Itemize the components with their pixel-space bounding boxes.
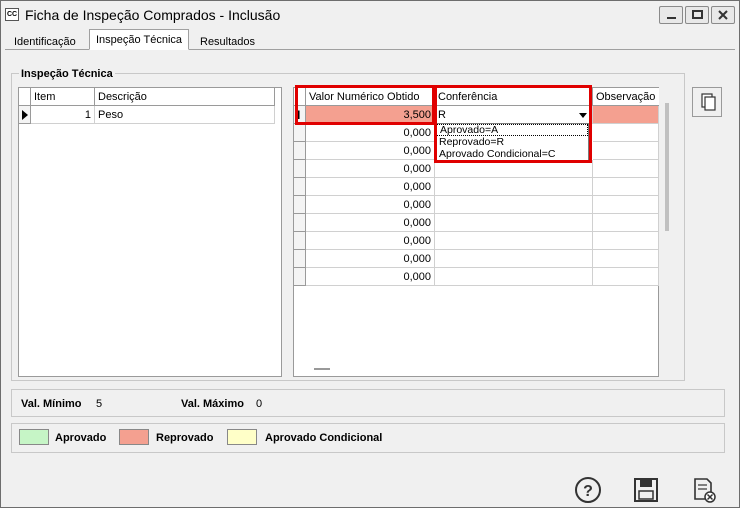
observacao-cell[interactable] xyxy=(593,196,659,214)
limits-panel xyxy=(11,389,725,417)
tab-identificacao[interactable]: Identificação xyxy=(7,31,83,52)
help-icon: ? xyxy=(575,477,601,503)
legend-swatch-aprovado-condicional xyxy=(227,429,257,445)
save-icon xyxy=(634,478,658,502)
items-grid[interactable]: Item Descrição 1 Peso xyxy=(18,87,282,377)
cancel-button[interactable] xyxy=(689,475,719,505)
horizontal-scroll-thumb[interactable] xyxy=(314,368,330,370)
title-bar: CC Ficha de Inspeção Comprados - Inclusã… xyxy=(1,1,739,29)
highlight-valor-box xyxy=(295,85,435,125)
valor-cell[interactable]: 0,000 xyxy=(306,124,435,142)
valor-cell[interactable]: 0,000 xyxy=(306,232,435,250)
observacao-cell[interactable] xyxy=(593,160,659,178)
highlight-conferencia-box xyxy=(434,85,592,163)
app-icon: CC xyxy=(5,8,19,21)
vertical-scrollbar[interactable] xyxy=(665,103,669,231)
conferencia-cell[interactable] xyxy=(435,268,593,286)
help-button[interactable]: ? xyxy=(573,475,603,505)
legend-label-aprovado-condicional: Aprovado Condicional xyxy=(265,432,383,444)
row-indicator[interactable] xyxy=(294,196,306,214)
row-indicator[interactable] xyxy=(294,142,306,160)
conferencia-cell[interactable] xyxy=(435,178,593,196)
valor-cell[interactable]: 0,000 xyxy=(306,142,435,160)
min-value: 5 xyxy=(96,398,103,410)
conferencia-cell[interactable] xyxy=(435,214,593,232)
max-value: 0 xyxy=(256,398,263,410)
conferencia-cell[interactable] xyxy=(435,250,593,268)
observacao-cell[interactable] xyxy=(593,250,659,268)
header-indicator xyxy=(19,88,31,106)
row-pointer-icon xyxy=(22,110,28,120)
minimize-icon xyxy=(667,17,676,19)
row-indicator[interactable] xyxy=(294,214,306,232)
close-icon xyxy=(718,10,728,20)
observacao-cell[interactable] xyxy=(593,178,659,196)
row-indicator[interactable] xyxy=(294,268,306,286)
observacao-cell[interactable] xyxy=(593,124,659,142)
row-indicator[interactable] xyxy=(294,232,306,250)
group-title: Inspeção Técnica xyxy=(19,68,115,80)
column-header-descricao[interactable]: Descrição xyxy=(95,88,275,106)
column-header-observacao[interactable]: Observação xyxy=(593,88,659,106)
row-indicator[interactable] xyxy=(19,106,31,124)
tab-resultados[interactable]: Resultados xyxy=(193,31,262,52)
minimize-button[interactable] xyxy=(659,6,683,24)
window: CC Ficha de Inspeção Comprados - Inclusã… xyxy=(0,0,740,508)
close-button[interactable] xyxy=(711,6,735,24)
copy-icon xyxy=(701,93,716,111)
conferencia-cell[interactable] xyxy=(435,196,593,214)
row-indicator[interactable] xyxy=(294,160,306,178)
window-title: Ficha de Inspeção Comprados - Inclusão xyxy=(25,7,281,23)
legend-swatch-aprovado xyxy=(19,429,49,445)
row-indicator[interactable] xyxy=(294,250,306,268)
observacao-cell[interactable] xyxy=(593,214,659,232)
save-button[interactable] xyxy=(631,475,661,505)
valor-cell[interactable]: 0,000 xyxy=(306,178,435,196)
min-label: Val. Mínimo xyxy=(21,398,82,410)
observacao-cell[interactable] xyxy=(593,142,659,160)
valor-cell[interactable]: 0,000 xyxy=(306,268,435,286)
column-header-item[interactable]: Item xyxy=(31,88,95,106)
valor-cell[interactable]: 0,000 xyxy=(306,196,435,214)
max-label: Val. Máximo xyxy=(181,398,244,410)
tab-inspecao-tecnica[interactable]: Inspeção Técnica xyxy=(89,29,190,50)
item-cell[interactable]: 1 xyxy=(31,106,95,124)
descricao-cell[interactable]: Peso xyxy=(95,106,275,124)
legend-label-reprovado: Reprovado xyxy=(156,432,214,444)
maximize-icon xyxy=(692,10,703,19)
svg-text:?: ? xyxy=(583,483,593,500)
valor-cell[interactable]: 0,000 xyxy=(306,250,435,268)
valor-cell[interactable]: 0,000 xyxy=(306,214,435,232)
conferencia-cell[interactable] xyxy=(435,232,593,250)
legend-swatch-reprovado xyxy=(119,429,149,445)
observacao-cell[interactable] xyxy=(593,232,659,250)
copy-button[interactable] xyxy=(692,87,722,117)
row-indicator[interactable] xyxy=(294,124,306,142)
legend-label-aprovado: Aprovado xyxy=(55,432,107,444)
cancel-document-icon xyxy=(694,478,716,503)
maximize-button[interactable] xyxy=(685,6,709,24)
observacao-cell[interactable] xyxy=(593,106,659,124)
observacao-cell[interactable] xyxy=(593,268,659,286)
row-indicator[interactable] xyxy=(294,178,306,196)
valor-cell[interactable]: 0,000 xyxy=(306,160,435,178)
